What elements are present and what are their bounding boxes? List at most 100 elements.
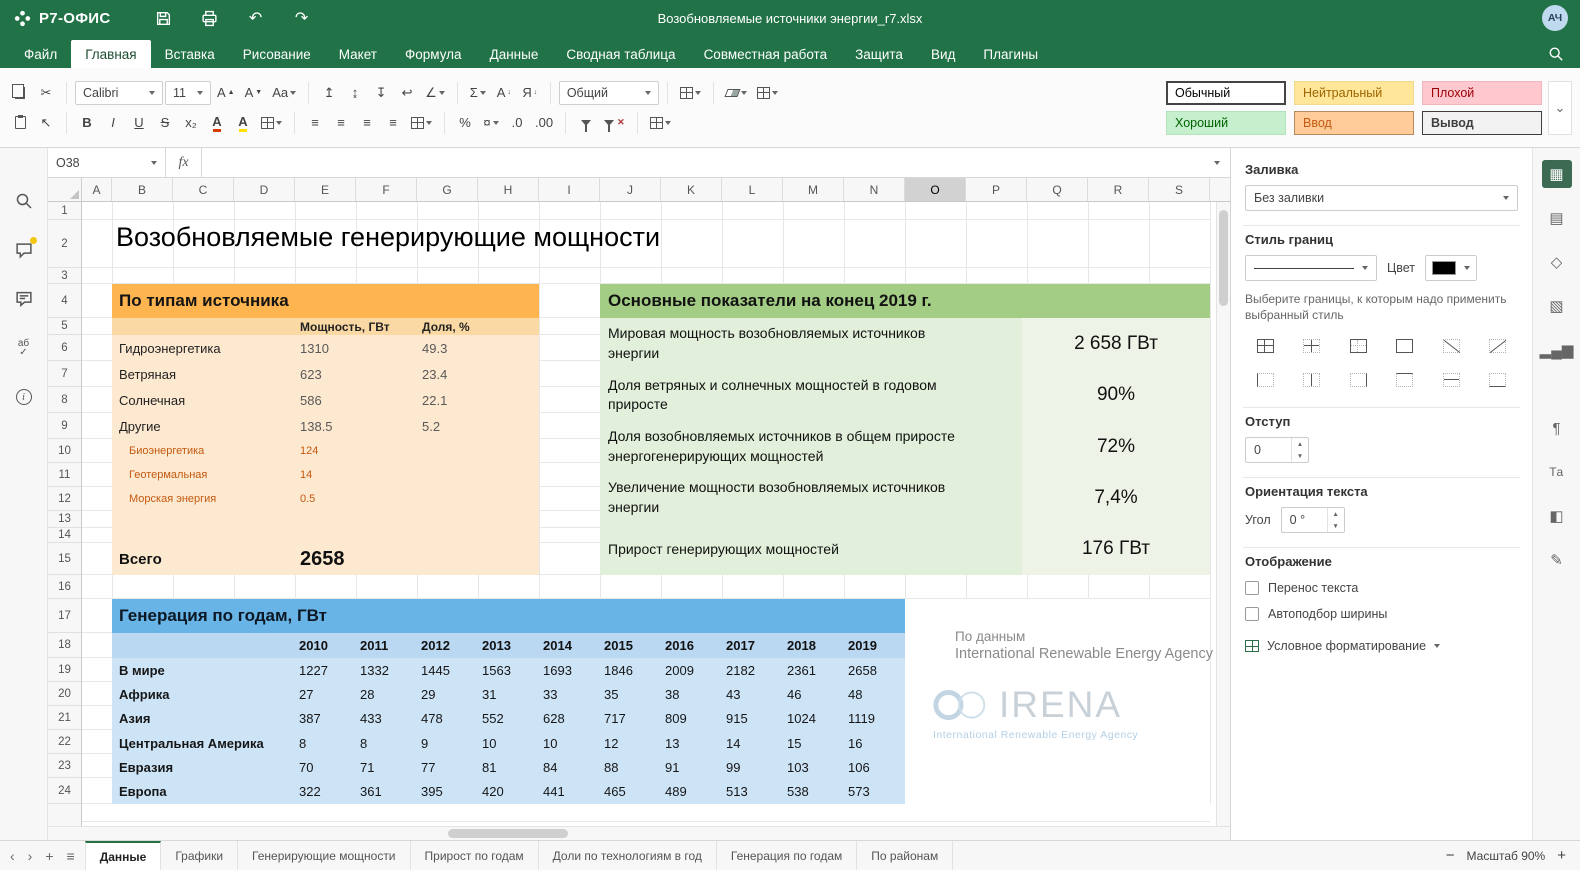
column-header-S[interactable]: S xyxy=(1149,178,1210,201)
value-cell[interactable]: 106 xyxy=(844,760,905,775)
zoom-out-button[interactable]: − xyxy=(1446,847,1455,864)
value-cell[interactable]: 99 xyxy=(722,760,783,775)
indicator-row[interactable]: Увеличение мощности возобновляемых источ… xyxy=(600,472,1210,523)
comments-icon[interactable] xyxy=(13,239,35,261)
row-header-10[interactable]: 10 xyxy=(48,439,81,463)
cell-style-chip-2[interactable]: Нейтральный xyxy=(1294,81,1414,105)
grid-row[interactable] xyxy=(82,804,1210,822)
value-cell[interactable]: 10 xyxy=(478,736,539,751)
row-header-18[interactable]: 18 xyxy=(48,633,81,658)
blank-row[interactable] xyxy=(112,511,539,543)
wrap-text-checkbox[interactable] xyxy=(1245,581,1259,595)
sheet-tab-1[interactable]: Данные xyxy=(85,841,162,870)
source-name-cell[interactable]: Морская энергия xyxy=(112,493,295,505)
find-icon[interactable] xyxy=(13,190,35,212)
power-cell[interactable]: 138.5 xyxy=(295,419,417,434)
stepper-down[interactable]: ▼ xyxy=(1328,520,1344,532)
menu-tab-6[interactable]: Формула xyxy=(391,40,476,68)
value-cell[interactable]: 27 xyxy=(295,687,356,702)
source-table-total-row[interactable]: Всего2658 xyxy=(112,543,539,575)
year-cell[interactable]: 2019 xyxy=(844,638,905,653)
indicator-value[interactable]: 176 ГВт xyxy=(1022,524,1210,575)
year-cell[interactable]: 2011 xyxy=(356,638,417,653)
sheet-tab-6[interactable]: Генерация по годам xyxy=(717,841,857,870)
row-header-13[interactable]: 13 xyxy=(48,511,81,528)
horizontal-scrollbar-thumb[interactable] xyxy=(448,829,568,838)
value-cell[interactable]: 81 xyxy=(478,760,539,775)
row-header-19[interactable]: 19 xyxy=(48,658,81,682)
value-cell[interactable]: 478 xyxy=(417,711,478,726)
cell-style-chip-6[interactable]: Вывод xyxy=(1422,111,1542,135)
column-header-A[interactable]: A xyxy=(82,178,112,201)
value-cell[interactable]: 9 xyxy=(417,736,478,751)
redo-button[interactable]: ↷ xyxy=(291,7,313,29)
share-cell[interactable]: 49.3 xyxy=(417,341,539,356)
text-orientation-button[interactable]: ∠ xyxy=(421,81,449,105)
value-cell[interactable]: 441 xyxy=(539,784,600,799)
source-name-cell[interactable]: Ветряная xyxy=(112,367,295,382)
increase-decimal-button[interactable]: .00 xyxy=(531,111,557,135)
table-row[interactable]: Другие138.55.2 xyxy=(112,413,539,439)
value-cell[interactable]: 1846 xyxy=(600,663,661,678)
row-header-6[interactable]: 6 xyxy=(48,335,81,361)
decrease-decimal-button[interactable]: .0 xyxy=(505,111,529,135)
share-cell[interactable]: 23.4 xyxy=(417,367,539,382)
column-header-E[interactable]: E xyxy=(295,178,356,201)
row-header-17[interactable]: 17 xyxy=(48,599,81,633)
prev-sheet-button[interactable]: ‹ xyxy=(10,848,15,864)
column-header-B[interactable]: B xyxy=(112,178,173,201)
power-cell[interactable]: 0.5 xyxy=(295,493,417,505)
value-cell[interactable]: 15 xyxy=(783,736,844,751)
value-cell[interactable]: 16 xyxy=(844,736,905,751)
row-header-1[interactable]: 1 xyxy=(48,202,81,220)
font-name-select[interactable]: Calibri xyxy=(75,81,163,105)
value-cell[interactable]: 10 xyxy=(539,736,600,751)
value-cell[interactable]: 8 xyxy=(295,736,356,751)
value-cell[interactable]: 71 xyxy=(356,760,417,775)
wrap-text-button[interactable]: ↩ xyxy=(395,81,419,105)
value-cell[interactable]: 31 xyxy=(478,687,539,702)
value-cell[interactable]: 395 xyxy=(417,784,478,799)
value-cell[interactable]: 38 xyxy=(661,687,722,702)
image-settings-icon[interactable]: ▧ xyxy=(1542,292,1572,320)
clear-button[interactable] xyxy=(722,81,751,105)
source-name-cell[interactable]: Гидроэнергетика xyxy=(112,341,295,356)
indent-stepper[interactable]: 0 ▲▼ xyxy=(1245,437,1309,463)
source-name-cell[interactable]: Геотермальная xyxy=(112,469,295,481)
value-cell[interactable]: 573 xyxy=(844,784,905,799)
column-header-I[interactable]: I xyxy=(539,178,600,201)
value-cell[interactable]: 14 xyxy=(722,736,783,751)
row-header-7[interactable]: 7 xyxy=(48,361,81,387)
cell-style-chip-1[interactable]: Обычный xyxy=(1166,81,1286,105)
paragraph-settings-icon[interactable]: ¶ xyxy=(1542,414,1572,442)
value-cell[interactable]: 717 xyxy=(600,711,661,726)
column-header-M[interactable]: M xyxy=(783,178,844,201)
indicator-row[interactable]: Доля ветряных и солнечных мощностей в го… xyxy=(600,369,1210,420)
value-cell[interactable]: 43 xyxy=(722,687,783,702)
grid-row[interactable] xyxy=(82,268,1210,284)
menu-tab-4[interactable]: Рисование xyxy=(229,40,325,68)
value-cell[interactable]: 48 xyxy=(844,687,905,702)
value-cell[interactable]: 552 xyxy=(478,711,539,726)
vertical-scrollbar-thumb[interactable] xyxy=(1219,210,1228,306)
value-cell[interactable]: 628 xyxy=(539,711,600,726)
align-top-button[interactable]: ↥ xyxy=(317,81,341,105)
indicator-value[interactable]: 72% xyxy=(1022,421,1210,472)
region-cell[interactable]: Азия xyxy=(112,711,295,726)
autosum-button[interactable]: Σ xyxy=(466,81,490,105)
row-header-22[interactable]: 22 xyxy=(48,730,81,754)
align-center-button[interactable]: ≡ xyxy=(329,111,353,135)
menu-tab-5[interactable]: Макет xyxy=(325,40,391,68)
region-cell[interactable]: Центральная Америка xyxy=(112,736,295,751)
value-cell[interactable]: 91 xyxy=(661,760,722,775)
indicator-row[interactable]: Доля возобновляемых источников в общем п… xyxy=(600,421,1210,472)
chat-icon[interactable] xyxy=(13,288,35,310)
value-cell[interactable]: 361 xyxy=(356,784,417,799)
row-header-23[interactable]: 23 xyxy=(48,754,81,778)
value-cell[interactable]: 1563 xyxy=(478,663,539,678)
strikethrough-button[interactable]: S xyxy=(153,111,177,135)
merge-cells-button[interactable] xyxy=(407,111,436,135)
cell-style-chip-3[interactable]: Плохой xyxy=(1422,81,1542,105)
value-cell[interactable]: 103 xyxy=(783,760,844,775)
column-header-D[interactable]: D xyxy=(234,178,295,201)
